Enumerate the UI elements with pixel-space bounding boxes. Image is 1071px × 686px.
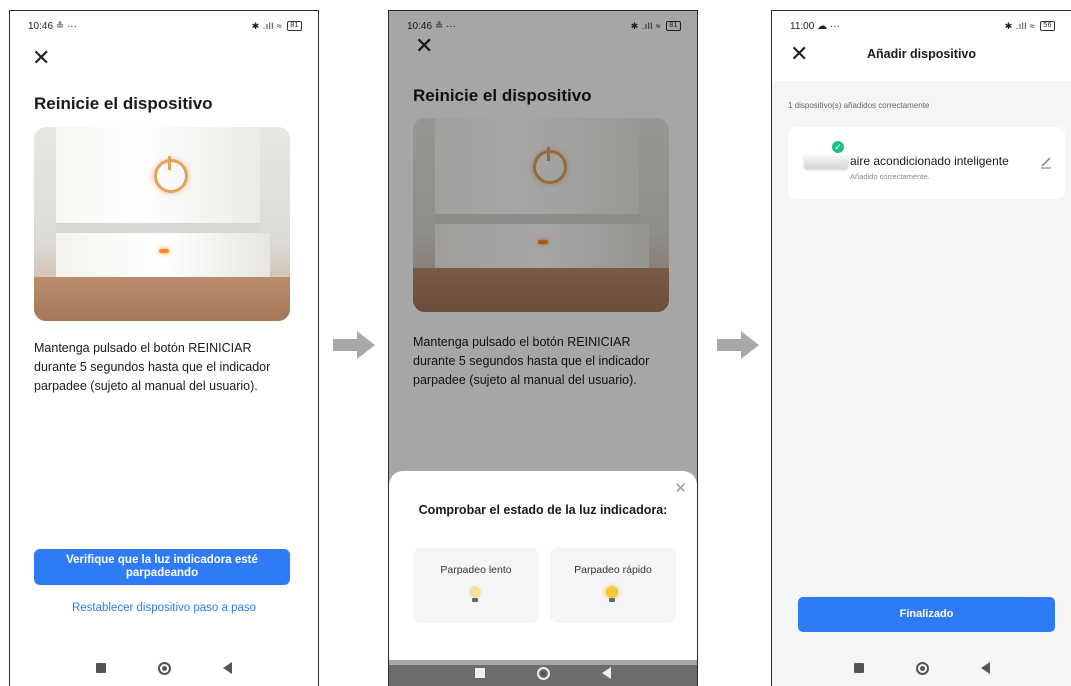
square-icon[interactable]: [96, 663, 106, 673]
battery-icon: 56: [1040, 21, 1055, 31]
pencil-icon[interactable]: [1039, 155, 1053, 169]
close-icon[interactable]: ✕: [674, 479, 687, 497]
bulb-icon: [469, 586, 481, 602]
system-nav-bar: [772, 650, 1071, 686]
square-icon[interactable]: [475, 668, 485, 678]
bulb-icon: [606, 586, 618, 602]
indicator-light: [159, 249, 169, 253]
power-icon: [154, 156, 188, 193]
circle-icon[interactable]: [537, 666, 550, 680]
status-bar: 11:00 ☁ ··· ✱ .ıll ≈ 56: [772, 11, 1071, 41]
device-photo: [34, 127, 290, 321]
verify-light-button[interactable]: Verifique que la luz indicadora esté par…: [34, 549, 290, 585]
done-button[interactable]: Finalizado: [798, 597, 1055, 632]
square-icon[interactable]: [853, 663, 864, 673]
device-card[interactable]: ✓ aire acondicionado inteligente Añadido…: [788, 127, 1065, 199]
system-nav-bar: [10, 650, 318, 686]
option-label: Parpadeo rápido: [574, 564, 652, 576]
arrow-right-icon: [717, 331, 759, 359]
option-label: Parpadeo lento: [440, 564, 512, 576]
page-title: Añadir dispositivo: [866, 47, 977, 61]
reset-step-by-step-link[interactable]: Restablecer dispositivo paso a paso: [10, 602, 318, 614]
device-base: [56, 233, 270, 283]
status-extra: ☁ ···: [817, 20, 840, 32]
status-time: 11:00: [790, 20, 815, 32]
status-bar: 10:46 ≗ ··· ✱ .ıll ≈ 81: [10, 11, 318, 41]
status-time-group: 10:46 ≗ ···: [28, 21, 77, 32]
battery-icon: 81: [287, 21, 302, 31]
circle-icon[interactable]: [158, 661, 171, 675]
device-status: Añadido correctamente.: [850, 172, 930, 181]
status-icons: ✱ .ıll ≈ 81: [252, 21, 302, 32]
signal-icons: ✱ .ıll ≈: [251, 20, 283, 31]
circle-icon[interactable]: [915, 661, 929, 675]
status-time-group: 11:00 ☁ ···: [790, 21, 840, 32]
triangle-back-icon[interactable]: [223, 662, 232, 674]
triangle-back-icon[interactable]: [980, 662, 990, 674]
status-time: 10:46: [28, 20, 54, 32]
added-count-text: 1 dispositivo(s) añadidos correctamente: [788, 101, 930, 110]
instructions-text: Mantenga pulsado el botón REINICIAR dura…: [34, 341, 271, 393]
check-circle-icon: ✓: [832, 141, 844, 153]
device-name: aire acondicionado inteligente: [850, 154, 1009, 168]
status-extra: ≗ ···: [55, 20, 77, 32]
screen-reset-device: 10:46 ≗ ··· ✱ .ıll ≈ 81 ✕ Reinicie el dis…: [9, 10, 319, 686]
device-thumbnail: [804, 155, 848, 169]
signal-icons: ✱ .ıll ≈: [1004, 20, 1036, 31]
triangle-back-icon[interactable]: [602, 667, 611, 679]
light-status-sheet: ✕ Comprobar el estado de la luz indicado…: [389, 471, 697, 665]
status-icons: ✱ .ıll ≈ 56: [1005, 21, 1055, 32]
wood-surface: [34, 277, 290, 321]
screen-add-device: 11:00 ☁ ··· ✱ .ıll ≈56 ✕ Añadir disposit…: [771, 10, 1071, 686]
device-band: [56, 223, 260, 233]
arrow-right-icon: [333, 331, 375, 359]
tutorial-stage: 10:46 ≗ ··· ✱ .ıll ≈ 81 ✕ Reinicie el dis…: [0, 0, 1071, 686]
system-nav-bar: [389, 660, 697, 686]
screen-check-light: 10:46 ≗ ··· ✱ .ıll ≈81 ✕ Reinicie el dis…: [388, 10, 698, 686]
option-slow-blink[interactable]: Parpadeo lento: [413, 548, 539, 623]
page-title: Reinicie el dispositivo: [34, 94, 213, 113]
option-fast-blink[interactable]: Parpadeo rápido: [550, 548, 676, 623]
close-icon[interactable]: ✕: [32, 47, 52, 69]
sheet-title: Comprobar el estado de la luz indicadora…: [418, 503, 668, 517]
